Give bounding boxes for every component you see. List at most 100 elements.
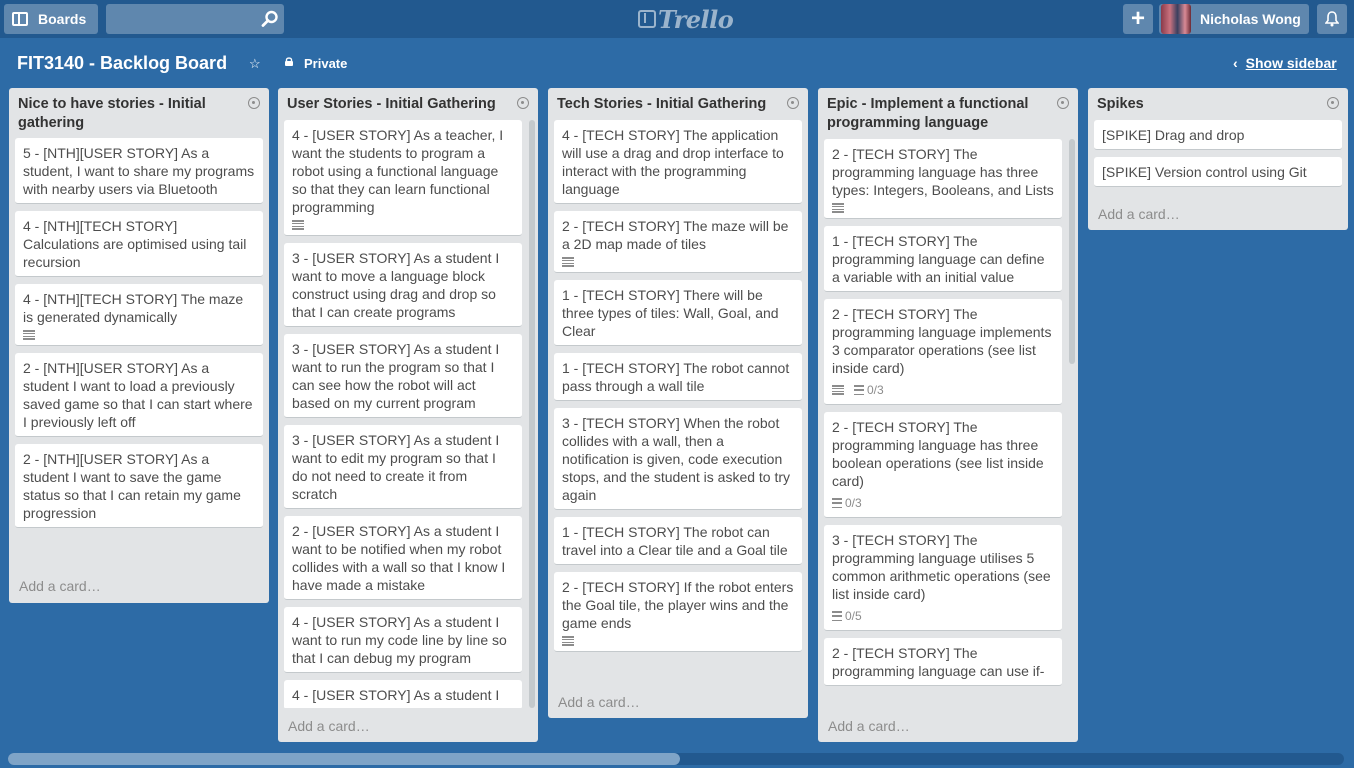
add-card-link[interactable]: Add a card…	[1098, 206, 1180, 222]
card[interactable]: [SPIKE] Drag and drop	[1094, 120, 1342, 150]
card[interactable]: 1 - [TECH STORY] The robot can travel in…	[554, 517, 802, 565]
add-card-link[interactable]: Add a card…	[288, 718, 370, 734]
description-icon	[832, 203, 844, 213]
card[interactable]: [SPIKE] Version control using Git	[1094, 157, 1342, 187]
card[interactable]: 4 - [USER STORY] As a student I	[284, 680, 522, 708]
board-privacy[interactable]: Private	[304, 56, 347, 71]
card-text: 3 - [USER STORY] As a student I want to …	[292, 432, 500, 502]
card[interactable]: 4 - [USER STORY] As a teacher, I want th…	[284, 120, 522, 236]
list-menu-icon[interactable]	[787, 97, 799, 109]
card[interactable]: 4 - [NTH][TECH STORY] The maze is genera…	[15, 284, 263, 346]
card[interactable]: 1 - [TECH STORY] There will be three typ…	[554, 280, 802, 346]
card[interactable]: 2 - [TECH STORY] The maze will be a 2D m…	[554, 211, 802, 273]
card[interactable]: 3 - [USER STORY] As a student I want to …	[284, 334, 522, 418]
top-header: Boards Trello + Nicholas Wong	[0, 0, 1354, 38]
list-spikes: Spikes [SPIKE] Drag and drop [SPIKE] Ver…	[1088, 88, 1348, 230]
boards-button[interactable]: Boards	[4, 4, 98, 34]
checklist-icon	[832, 498, 842, 508]
add-card-link[interactable]: Add a card…	[19, 578, 101, 594]
card-area: 4 - [TECH STORY] The application will us…	[554, 120, 802, 682]
card-text: [SPIKE] Version control using Git	[1102, 164, 1307, 180]
card[interactable]: 5 - [NTH][USER STORY] As a student, I wa…	[15, 138, 263, 204]
card[interactable]: 4 - [TECH STORY] The application will us…	[554, 120, 802, 204]
card[interactable]: 2 - [TECH STORY] The programming languag…	[824, 638, 1062, 686]
description-icon	[562, 636, 574, 646]
add-card-link[interactable]: Add a card…	[558, 694, 640, 710]
description-icon	[832, 385, 844, 395]
card-text: 1 - [TECH STORY] The programming languag…	[832, 233, 1045, 285]
card[interactable]: 3 - [USER STORY] As a student I want to …	[284, 425, 522, 509]
list-user-stories: User Stories - Initial Gathering 4 - [US…	[278, 88, 538, 742]
card-badges: 0/3	[832, 494, 1054, 512]
card-text: 3 - [USER STORY] As a student I want to …	[292, 341, 500, 411]
chevron-left-icon: ‹	[1233, 55, 1238, 71]
card[interactable]: 3 - [TECH STORY] The programming languag…	[824, 525, 1062, 631]
boards-label: Boards	[38, 11, 87, 27]
card[interactable]: 1 - [TECH STORY] The programming languag…	[824, 226, 1062, 292]
bell-icon	[1325, 11, 1339, 27]
card[interactable]: 2 - [NTH][USER STORY] As a student I wan…	[15, 444, 263, 528]
list-title[interactable]: Tech Stories - Initial Gathering	[548, 88, 808, 114]
logo-text: Trello	[658, 4, 734, 34]
add-card-link[interactable]: Add a card…	[828, 718, 910, 734]
card-text: 2 - [TECH STORY] The programming languag…	[832, 419, 1044, 489]
card-area: 4 - [USER STORY] As a teacher, I want th…	[284, 120, 522, 708]
show-sidebar-label: Show sidebar	[1245, 55, 1337, 71]
notifications-button[interactable]	[1317, 4, 1347, 34]
avatar	[1161, 4, 1191, 34]
card-text: [SPIKE] Drag and drop	[1102, 127, 1245, 143]
card[interactable]: 2 - [TECH STORY] The programming languag…	[824, 299, 1062, 405]
board-title[interactable]: FIT3140 - Backlog Board	[17, 53, 227, 74]
card-text: 2 - [TECH STORY] The maze will be a 2D m…	[562, 218, 789, 252]
card[interactable]: 2 - [TECH STORY] The programming languag…	[824, 139, 1062, 219]
list-title[interactable]: Nice to have stories - Initial gathering	[9, 88, 269, 133]
show-sidebar-link[interactable]: ‹ Show sidebar	[1233, 55, 1337, 71]
trello-logo-icon	[638, 10, 656, 28]
list-title[interactable]: Spikes	[1088, 88, 1348, 114]
list-menu-icon[interactable]	[1057, 97, 1069, 109]
card-text: 1 - [TECH STORY] There will be three typ…	[562, 287, 779, 339]
card[interactable]: 2 - [TECH STORY] If the robot enters the…	[554, 572, 802, 652]
trello-logo[interactable]: Trello	[638, 4, 734, 34]
list-tech-stories: Tech Stories - Initial Gathering 4 - [TE…	[548, 88, 808, 718]
lock-icon	[285, 57, 293, 66]
add-button[interactable]: +	[1123, 4, 1153, 34]
card[interactable]: 2 - [NTH][USER STORY] As a student I wan…	[15, 353, 263, 437]
list-menu-icon[interactable]	[1327, 97, 1339, 109]
list-title[interactable]: Epic - Implement a functional programmin…	[818, 88, 1078, 133]
list-scrollbar[interactable]	[1069, 139, 1075, 364]
checklist-count: 0/5	[845, 609, 862, 623]
card-text: 3 - [TECH STORY] The programming languag…	[832, 532, 1051, 602]
search-input[interactable]	[106, 4, 284, 34]
card[interactable]: 4 - [USER STORY] As a student I want to …	[284, 607, 522, 673]
card-text: 5 - [NTH][USER STORY] As a student, I wa…	[23, 145, 255, 197]
card-area: 5 - [NTH][USER STORY] As a student, I wa…	[15, 138, 263, 563]
user-menu-button[interactable]: Nicholas Wong	[1159, 4, 1309, 34]
list-nice-to-have: Nice to have stories - Initial gathering…	[9, 88, 269, 603]
list-menu-icon[interactable]	[248, 97, 260, 109]
checklist-count: 0/3	[845, 496, 862, 510]
list-epic: Epic - Implement a functional programmin…	[818, 88, 1078, 742]
card-text: 2 - [TECH STORY] The programming languag…	[832, 306, 1052, 376]
card-text: 2 - [NTH][USER STORY] As a student I wan…	[23, 360, 253, 430]
list-menu-icon[interactable]	[517, 97, 529, 109]
card-text: 2 - [NTH][USER STORY] As a student I wan…	[23, 451, 241, 521]
card-text: 4 - [TECH STORY] The application will us…	[562, 127, 784, 197]
card-text: 3 - [TECH STORY] When the robot collides…	[562, 415, 791, 503]
card[interactable]: 2 - [TECH STORY] The programming languag…	[824, 412, 1062, 518]
card[interactable]: 2 - [USER STORY] As a student I want to …	[284, 516, 522, 600]
board-scrollbar-thumb[interactable]	[8, 753, 680, 765]
card[interactable]: 3 - [USER STORY] As a student I want to …	[284, 243, 522, 327]
card[interactable]: 3 - [TECH STORY] When the robot collides…	[554, 408, 802, 510]
star-icon[interactable]: ☆	[249, 56, 261, 72]
card[interactable]: 1 - [TECH STORY] The robot cannot pass t…	[554, 353, 802, 401]
card-text: 4 - [USER STORY] As a student I want to …	[292, 614, 507, 666]
description-icon	[562, 257, 574, 267]
checklist-icon	[854, 385, 864, 395]
list-scrollbar[interactable]	[529, 120, 535, 708]
card-text: 1 - [TECH STORY] The robot can travel in…	[562, 524, 788, 558]
plus-icon: +	[1130, 5, 1145, 32]
list-title[interactable]: User Stories - Initial Gathering	[278, 88, 538, 114]
search-icon[interactable]	[261, 10, 279, 28]
card[interactable]: 4 - [NTH][TECH STORY] Calculations are o…	[15, 211, 263, 277]
